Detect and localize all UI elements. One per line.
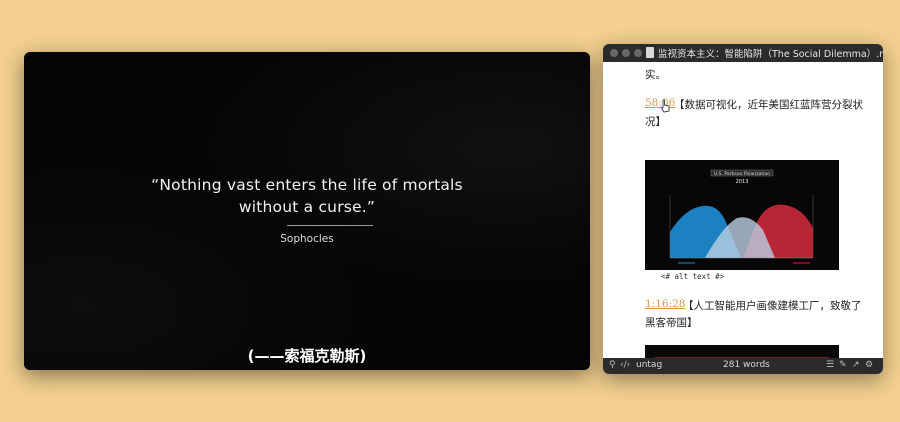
document-icon xyxy=(646,47,654,58)
quote-line-2: without a curse.” xyxy=(238,198,376,216)
image-alt-text: <# alt text #> xyxy=(661,272,725,281)
video-subtitle: (——索福克勒斯) xyxy=(247,347,367,365)
pen-icon[interactable]: ✎ xyxy=(839,360,847,370)
quote-author: Sophocles xyxy=(280,233,334,245)
list-icon[interactable]: ☰ xyxy=(826,360,834,370)
chart-year: 2013 xyxy=(736,179,749,185)
text-line: 实。 xyxy=(645,69,666,81)
text-line: 【人工智能用户画像建模工厂，致敬了 xyxy=(683,300,862,312)
zoom-window-button[interactable] xyxy=(634,49,642,57)
text-line: 黑客帝国】 xyxy=(645,317,698,329)
text-line: 【数据可视化，近年美国红蓝阵营分裂状 xyxy=(674,99,863,111)
text-line: 况】 xyxy=(645,116,666,128)
editor-window[interactable]: 监视资本主义：智能陷阱（The Social Dilemma）.md 实。 58… xyxy=(603,44,883,374)
matrix-image-thumbnail[interactable] xyxy=(645,345,839,359)
video-quote: “Nothing vast enters the life of mortals… xyxy=(24,174,590,218)
polarization-chart-image[interactable]: U.S. Partisan Polarization 2013 xyxy=(645,160,839,270)
code-icon[interactable]: ‹/› xyxy=(620,360,630,370)
share-icon[interactable]: ↗ xyxy=(852,360,860,370)
pin-icon[interactable]: ⚲ xyxy=(609,360,616,370)
chart-title: U.S. Partisan Polarization xyxy=(714,171,770,177)
quote-line-1: “Nothing vast enters the life of mortals xyxy=(151,176,463,194)
editor-content[interactable]: 实。 58:06 【数据可视化，近年美国红蓝阵营分裂状 况】 U.S. Part… xyxy=(603,62,883,359)
editor-title: 监视资本主义：智能陷阱（The Social Dilemma）.md xyxy=(658,49,883,60)
gear-icon[interactable]: ⚙ xyxy=(865,360,873,370)
word-count: 281 words xyxy=(723,360,770,370)
timestamp-link[interactable]: 1:16:28 xyxy=(645,298,685,310)
editor-titlebar: 监视资本主义：智能陷阱（The Social Dilemma）.md xyxy=(603,44,883,62)
minimize-window-button[interactable] xyxy=(622,49,630,57)
tag-label[interactable]: untag xyxy=(636,360,662,370)
hand-cursor-icon xyxy=(660,99,670,113)
video-window[interactable]: “Nothing vast enters the life of mortals… xyxy=(24,52,590,370)
quote-divider xyxy=(287,225,373,226)
close-window-button[interactable] xyxy=(610,49,618,57)
editor-statusbar: ⚲ ‹/› untag 281 words ☰ ✎ ↗ ⚙ xyxy=(603,358,883,374)
